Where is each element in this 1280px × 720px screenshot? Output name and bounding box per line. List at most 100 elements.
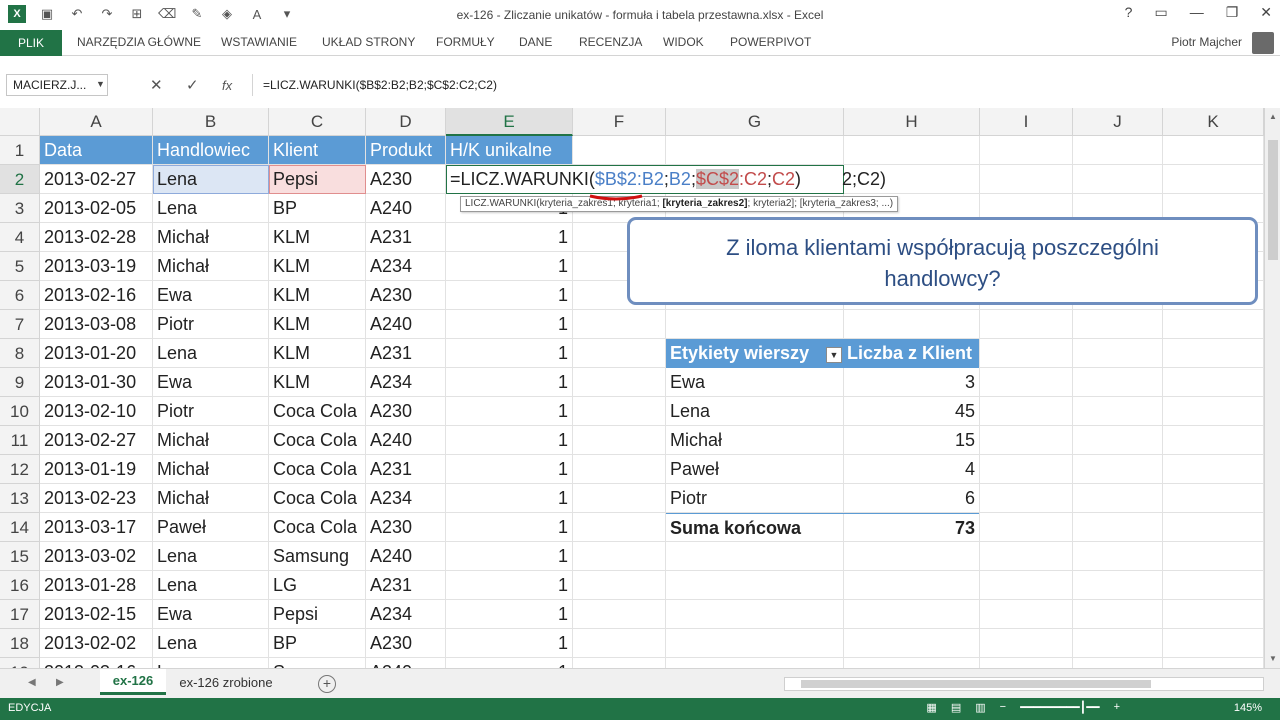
cell-e6[interactable]: 1 (446, 281, 573, 310)
cell-g7[interactable] (666, 310, 844, 339)
cell-d2[interactable]: A230 (366, 165, 446, 194)
cell-a16[interactable]: 2013-01-28 (40, 571, 153, 600)
cell-i17[interactable] (980, 600, 1073, 629)
cell-b5[interactable]: Michał (153, 252, 269, 281)
cell-h1[interactable] (844, 136, 980, 165)
row-header-1[interactable]: 1 (0, 136, 40, 165)
cell-i18[interactable] (980, 629, 1073, 658)
cell-c17[interactable]: Pepsi (269, 600, 366, 629)
cell-i8[interactable] (980, 339, 1073, 368)
cell-d11[interactable]: A240 (366, 426, 446, 455)
close-icon[interactable]: ✕ (1260, 4, 1272, 21)
cell-h16[interactable] (844, 571, 980, 600)
cell-f8[interactable] (573, 339, 666, 368)
page-layout-view-icon[interactable]: ▤ (951, 701, 961, 714)
scrollbar-thumb[interactable] (1268, 140, 1278, 260)
cell-a3[interactable]: 2013-02-05 (40, 194, 153, 223)
cell-d16[interactable]: A231 (366, 571, 446, 600)
cell-d15[interactable]: A240 (366, 542, 446, 571)
sheet-tab-other[interactable]: ex-126 zrobione (170, 669, 282, 695)
cell-i13[interactable] (980, 484, 1073, 513)
cell-a8[interactable]: 2013-01-20 (40, 339, 153, 368)
column-header-i[interactable]: I (980, 108, 1073, 136)
sheet-next-icon[interactable]: ▶ (56, 677, 64, 688)
cell-d3[interactable]: A240 (366, 194, 446, 223)
scroll-down-icon[interactable]: ▼ (1269, 654, 1277, 663)
cell-k9[interactable] (1163, 368, 1264, 397)
cell-k2[interactable] (1163, 165, 1264, 194)
cell-k11[interactable] (1163, 426, 1264, 455)
column-header-c[interactable]: C (269, 108, 366, 136)
row-header-3[interactable]: 3 (0, 194, 40, 223)
cell-b8[interactable]: Lena (153, 339, 269, 368)
formula-input[interactable]: =LICZ.WARUNKI($B$2:B2;B2;$C$2:C2;C2) (252, 74, 1274, 96)
row-header-4[interactable]: 4 (0, 223, 40, 252)
pivot-row-label[interactable]: Michał (666, 426, 844, 455)
cell-c18[interactable]: BP (269, 629, 366, 658)
ribbon-display-icon[interactable]: ▭ (1154, 4, 1167, 21)
cell-j2[interactable] (1073, 165, 1163, 194)
cell-b7[interactable]: Piotr (153, 310, 269, 339)
cell-f12[interactable] (573, 455, 666, 484)
function-tooltip[interactable]: LICZ.WARUNKI(kryteria_zakres1; kryteria1… (460, 196, 899, 212)
cell-c6[interactable]: KLM (269, 281, 366, 310)
row-header-5[interactable]: 5 (0, 252, 40, 281)
cell-c2[interactable]: Pepsi (269, 165, 366, 194)
cell-k19[interactable] (1163, 658, 1264, 668)
cell-b16[interactable]: Lena (153, 571, 269, 600)
cell-b12[interactable]: Michał (153, 455, 269, 484)
cell-h15[interactable] (844, 542, 980, 571)
row-header-18[interactable]: 18 (0, 629, 40, 658)
cell-f15[interactable] (573, 542, 666, 571)
column-header-e[interactable]: E (446, 108, 573, 136)
cell-g16[interactable] (666, 571, 844, 600)
cell-d8[interactable]: A231 (366, 339, 446, 368)
cell-c7[interactable]: KLM (269, 310, 366, 339)
cell-a12[interactable]: 2013-01-19 (40, 455, 153, 484)
cell-d13[interactable]: A234 (366, 484, 446, 513)
cell-c10[interactable]: Coca Cola (269, 397, 366, 426)
cell-i9[interactable] (980, 368, 1073, 397)
cell-g18[interactable] (666, 629, 844, 658)
cell-e17[interactable]: 1 (446, 600, 573, 629)
select-all-corner[interactable] (0, 108, 40, 136)
cell-i7[interactable] (980, 310, 1073, 339)
cell-j10[interactable] (1073, 397, 1163, 426)
cell-h7[interactable] (844, 310, 980, 339)
tab-powerpivot[interactable]: POWERPIVOT (730, 35, 811, 49)
scroll-up-icon[interactable]: ▲ (1269, 112, 1277, 121)
cell-c15[interactable]: Samsung (269, 542, 366, 571)
pivot-total-label[interactable]: Suma końcowa (666, 513, 844, 542)
pivot-row-value[interactable]: 45 (844, 397, 979, 426)
add-sheet-icon[interactable]: + (318, 675, 336, 693)
cell-d14[interactable]: A230 (366, 513, 446, 542)
column-header-k[interactable]: K (1163, 108, 1264, 136)
row-header-9[interactable]: 9 (0, 368, 40, 397)
tab-home[interactable]: NARZĘDZIA GŁÓWNE (77, 35, 201, 49)
cell-i11[interactable] (980, 426, 1073, 455)
avatar[interactable] (1252, 32, 1274, 54)
cell-c3[interactable]: BP (269, 194, 366, 223)
cell-d10[interactable]: A230 (366, 397, 446, 426)
cell-b17[interactable]: Ewa (153, 600, 269, 629)
sheet-prev-icon[interactable]: ◀ (28, 677, 36, 688)
row-header-15[interactable]: 15 (0, 542, 40, 571)
cell-a17[interactable]: 2013-02-15 (40, 600, 153, 629)
horizontal-scrollbar[interactable] (784, 677, 1264, 691)
cell-e1[interactable]: H/K unikalne (446, 136, 573, 165)
user-name[interactable]: Piotr Majcher (1171, 35, 1242, 49)
cell-c13[interactable]: Coca Cola (269, 484, 366, 513)
column-header-j[interactable]: J (1073, 108, 1163, 136)
vertical-scrollbar[interactable]: ▲ ▼ (1264, 108, 1280, 668)
cell-b11[interactable]: Michał (153, 426, 269, 455)
column-header-b[interactable]: B (153, 108, 269, 136)
cell-e7[interactable]: 1 (446, 310, 573, 339)
row-header-11[interactable]: 11 (0, 426, 40, 455)
cell-c14[interactable]: Coca Cola (269, 513, 366, 542)
cell-j17[interactable] (1073, 600, 1163, 629)
row-header-6[interactable]: 6 (0, 281, 40, 310)
cell-d7[interactable]: A240 (366, 310, 446, 339)
pivot-row-label[interactable]: Piotr (666, 484, 844, 513)
horizontal-scrollbar-thumb[interactable] (801, 680, 1151, 688)
tab-insert[interactable]: WSTAWIANIE (221, 35, 297, 49)
